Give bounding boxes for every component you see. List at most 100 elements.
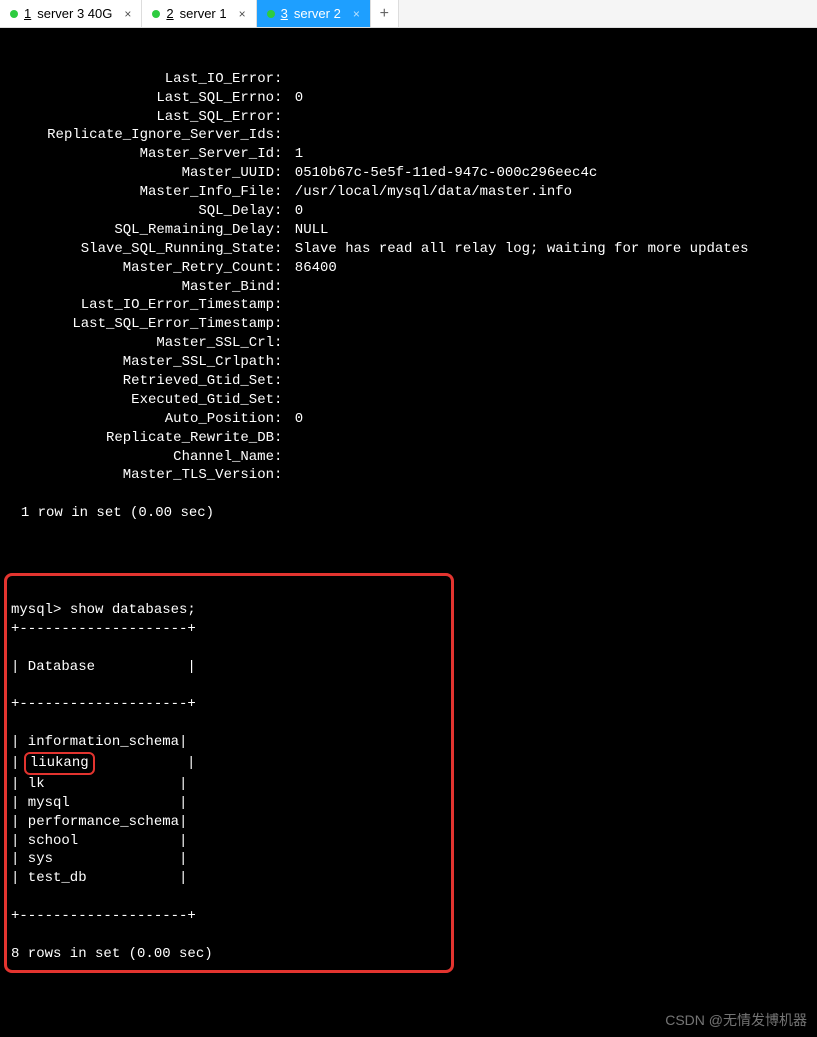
status-value (282, 354, 286, 370)
status-value: 0510b67c-5e5f-11ed-947c-000c296eec4c (282, 165, 597, 181)
status-dot-icon (152, 10, 160, 18)
status-value: 86400 (282, 260, 336, 276)
database-row: | sys | (11, 850, 447, 869)
row-summary-1: 1 row in set (0.00 sec) (21, 505, 214, 521)
status-line: Last_IO_Error (4, 70, 813, 89)
database-row: | lk | (11, 775, 447, 794)
status-key: Retrieved_Gtid_Set (4, 372, 274, 391)
status-value: 0 (282, 90, 303, 106)
status-line: Master_SSL_Crlpath (4, 353, 813, 372)
status-value: 0 (282, 411, 303, 427)
terminal-output[interactable]: Last_IO_ErrorLast_SQL_Errno 0 Last_SQL_Er… (0, 28, 817, 1037)
status-key: Master_UUID (4, 164, 274, 183)
status-line: Replicate_Ignore_Server_Ids (4, 126, 813, 145)
tab-number: 1 (24, 6, 31, 21)
status-line: Master_Bind (4, 278, 813, 297)
status-dot-icon (267, 10, 275, 18)
database-row: | school | (11, 832, 447, 851)
status-key: Master_SSL_Crl (4, 334, 274, 353)
status-value (282, 392, 286, 408)
status-value: NULL (282, 222, 328, 238)
status-value (282, 449, 286, 465)
status-key: Last_SQL_Error (4, 108, 274, 127)
status-line: SQL_Remaining_Delay NULL (4, 221, 813, 240)
table-border-mid: +--------------------+ (11, 695, 447, 714)
status-value (282, 335, 286, 351)
status-key: Channel_Name (4, 448, 274, 467)
status-key: Master_SSL_Crlpath (4, 353, 274, 372)
status-key: Slave_SQL_Running_State (4, 240, 274, 259)
slave-status-block: Last_IO_ErrorLast_SQL_Errno 0 Last_SQL_Er… (4, 70, 813, 486)
add-tab-button[interactable]: + (371, 0, 399, 27)
status-line: Master_SSL_Crl (4, 334, 813, 353)
status-line: Auto_Position 0 (4, 410, 813, 429)
tab-number: 3 (281, 6, 288, 21)
status-value (282, 127, 286, 143)
status-line: Retrieved_Gtid_Set (4, 372, 813, 391)
status-key: Replicate_Ignore_Server_Ids (4, 126, 274, 145)
tab-number: 2 (166, 6, 173, 21)
status-key: SQL_Delay (4, 202, 274, 221)
status-line: Last_IO_Error_Timestamp (4, 296, 813, 315)
status-line: Replicate_Rewrite_DB (4, 429, 813, 448)
status-key: Replicate_Rewrite_DB (4, 429, 274, 448)
status-key: Master_Retry_Count (4, 259, 274, 278)
tab-server-3-40G[interactable]: 1 server 3 40G × (0, 0, 142, 27)
close-icon[interactable]: × (353, 7, 360, 21)
table-header: | Database | (11, 658, 447, 677)
database-row: | information_schema| (11, 733, 447, 752)
tab-server-1[interactable]: 2 server 1 × (142, 0, 256, 27)
status-value (282, 467, 286, 483)
status-dot-icon (10, 10, 18, 18)
status-value (282, 109, 286, 125)
row-summary-2: 8 rows in set (0.00 sec) (11, 945, 447, 964)
highlight-box-outer: mysql> show databases; +----------------… (4, 573, 454, 973)
database-row: | liukang | (11, 752, 447, 775)
status-line: Slave_SQL_Running_State Slave has read a… (4, 240, 813, 259)
status-key: Master_Server_Id (4, 145, 274, 164)
status-key: Master_Bind (4, 278, 274, 297)
status-key: SQL_Remaining_Delay (4, 221, 274, 240)
status-line: Master_Retry_Count 86400 (4, 259, 813, 278)
status-value (282, 297, 286, 313)
status-value: Slave has read all relay log; waiting fo… (282, 241, 748, 257)
status-key: Executed_Gtid_Set (4, 391, 274, 410)
status-line: Channel_Name (4, 448, 813, 467)
tab-label: server 3 40G (37, 6, 112, 21)
status-key: Auto_Position (4, 410, 274, 429)
database-row: | performance_schema| (11, 813, 447, 832)
table-border-top: +--------------------+ (11, 620, 447, 639)
status-value (282, 316, 286, 332)
status-line: Executed_Gtid_Set (4, 391, 813, 410)
watermark: CSDN @无情发博机器 (665, 1011, 807, 1030)
close-icon[interactable]: × (239, 7, 246, 21)
status-key: Last_SQL_Errno (4, 89, 274, 108)
status-line: SQL_Delay 0 (4, 202, 813, 221)
tab-label: server 1 (180, 6, 227, 21)
status-value (282, 430, 286, 446)
status-key: Last_IO_Error (4, 70, 274, 89)
highlight-box-inner: liukang (24, 752, 95, 775)
prompt: mysql> show databases; (11, 602, 196, 618)
database-row: | mysql | (11, 794, 447, 813)
tab-label: server 2 (294, 6, 341, 21)
status-line: Master_Info_File /usr/local/mysql/data/m… (4, 183, 813, 202)
status-value: 1 (282, 146, 303, 162)
status-line: Last_SQL_Error_Timestamp (4, 315, 813, 334)
close-icon[interactable]: × (124, 7, 131, 21)
sql-command: show databases; (70, 602, 196, 618)
status-key: Last_IO_Error_Timestamp (4, 296, 274, 315)
tab-bar: 1 server 3 40G × 2 server 1 × 3 server 2 × + (0, 0, 817, 28)
table-border-bottom: +--------------------+ (11, 907, 447, 926)
status-line: Master_UUID 0510b67c-5e5f-11ed-947c-000c… (4, 164, 813, 183)
database-row: | test_db | (11, 869, 447, 888)
status-value: /usr/local/mysql/data/master.info (282, 184, 572, 200)
status-key: Master_TLS_Version (4, 466, 274, 485)
tab-server-2[interactable]: 3 server 2 × (257, 0, 371, 27)
status-key: Master_Info_File (4, 183, 274, 202)
status-value (282, 71, 286, 87)
status-value (282, 373, 286, 389)
status-line: Master_TLS_Version (4, 466, 813, 485)
status-value: 0 (282, 203, 303, 219)
status-value (282, 279, 286, 295)
